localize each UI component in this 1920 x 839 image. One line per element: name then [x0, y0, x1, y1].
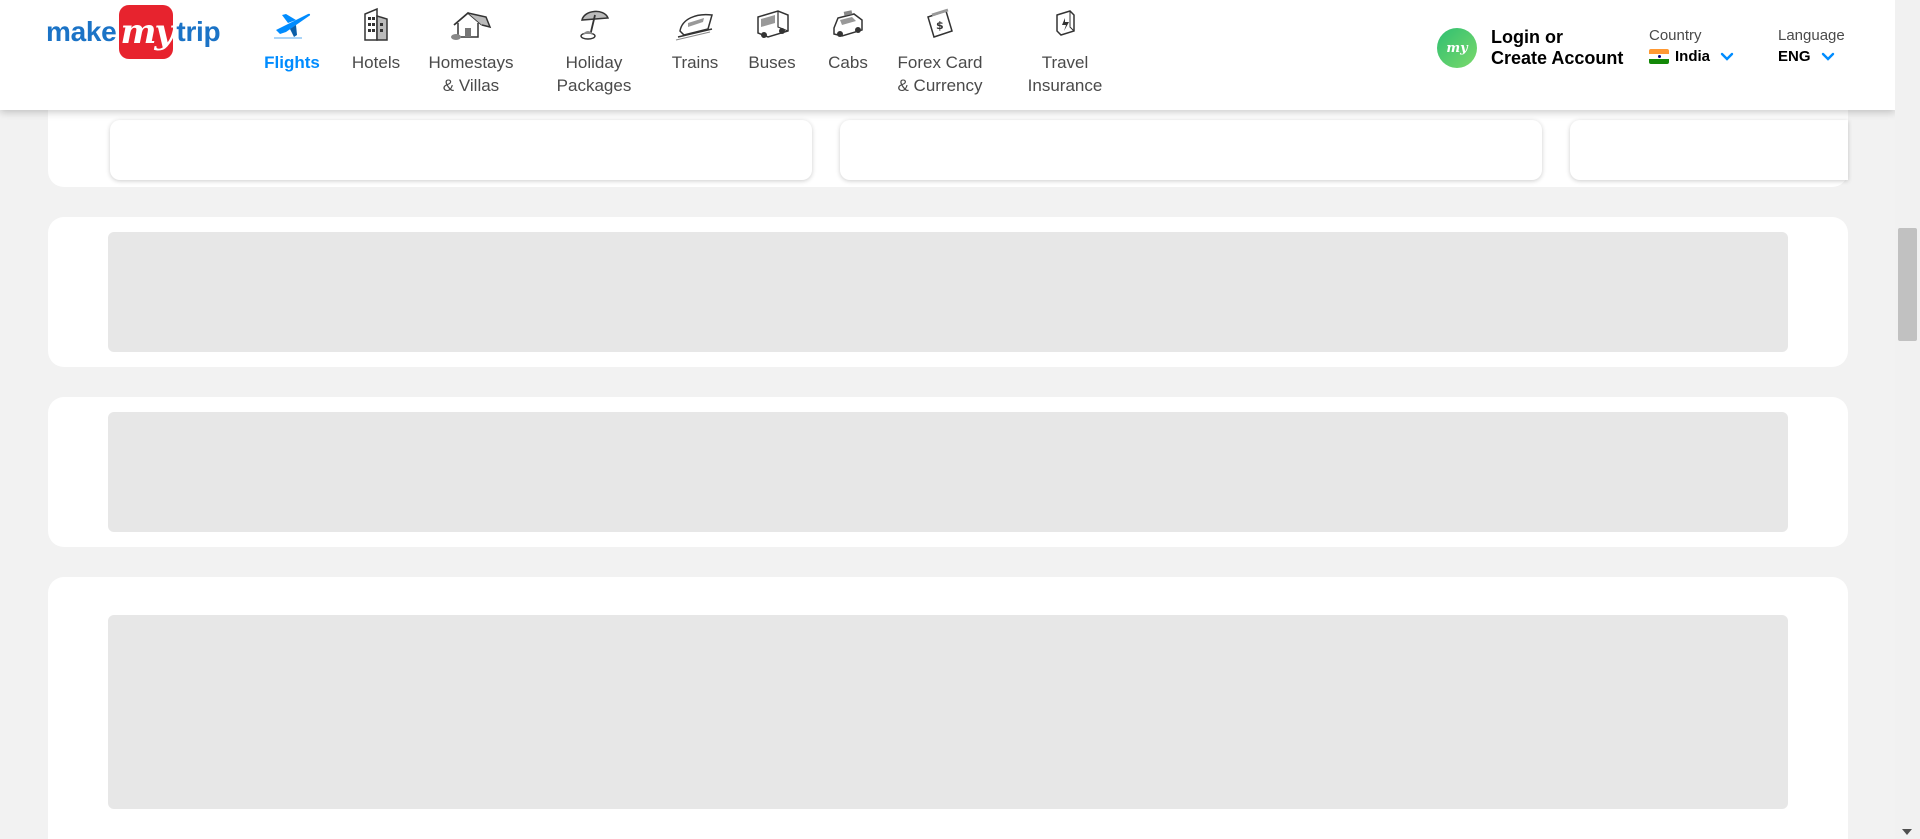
forex-icon: $ [917, 4, 963, 44]
makemytrip-logo[interactable]: make my trip [46, 5, 221, 59]
offer-tile[interactable] [1570, 120, 1848, 180]
train-icon [672, 4, 718, 44]
language-picker[interactable]: Language ENG [1778, 27, 1845, 65]
country-label: Country [1649, 27, 1702, 44]
nav-item-cabs[interactable]: Cabs [818, 0, 878, 74]
top-header: make my trip Flights Hotels Homestays & … [0, 0, 1895, 110]
language-label: Language [1778, 27, 1845, 44]
skeleton-placeholder [108, 232, 1788, 352]
scrollbar-thumb[interactable] [1898, 228, 1917, 341]
flight-icon [269, 4, 315, 44]
nav-item-forex[interactable]: $ Forex Card & Currency [878, 0, 1002, 97]
bus-icon [749, 4, 795, 44]
nav-label-hotels: Hotels [351, 53, 401, 72]
country-value-row: India [1649, 48, 1734, 65]
nav-item-homestays[interactable]: Homestays & Villas [418, 0, 524, 97]
country-value: India [1675, 48, 1711, 65]
skeleton-placeholder [108, 615, 1788, 809]
skeleton-placeholder [108, 412, 1788, 532]
holiday-package-icon [571, 4, 617, 44]
loading-card [48, 397, 1848, 547]
offer-tile[interactable] [110, 120, 812, 180]
insurance-icon [1042, 4, 1088, 44]
nav-label-trains: Trains [671, 53, 719, 72]
nav-item-flights[interactable]: Flights [250, 0, 334, 74]
nav-label-homestays: Homestays & Villas [428, 53, 514, 95]
nav-label-buses: Buses [748, 53, 796, 72]
nav-item-holiday-packages[interactable]: Holiday Packages [524, 0, 664, 97]
chevron-down-icon [1821, 52, 1835, 61]
chevron-down-icon [1720, 52, 1734, 61]
loading-card [48, 217, 1848, 367]
nav-label-cabs: Cabs [828, 53, 868, 72]
primary-nav: Flights Hotels Homestays & Villas Holida… [250, 0, 1128, 97]
nav-item-trains[interactable]: Trains [664, 0, 726, 74]
nav-item-hotels[interactable]: Hotels [334, 0, 418, 74]
language-value-row: ENG [1778, 48, 1845, 65]
country-picker[interactable]: Country India [1649, 27, 1734, 65]
logo-text-make: make [46, 16, 117, 47]
page-scrollbar[interactable] [1895, 0, 1920, 839]
cab-icon [825, 4, 871, 44]
nav-item-buses[interactable]: Buses [726, 0, 818, 74]
logo-text-trip: trip [176, 16, 221, 47]
nav-label-flights: Flights [264, 53, 320, 72]
logo-badge-my: my [119, 5, 174, 59]
login-button[interactable]: my Login or Create Account [1437, 27, 1631, 69]
scroll-down-arrow-icon[interactable] [1902, 829, 1912, 835]
hotel-icon [353, 4, 399, 44]
nav-label-travel-insurance: Travel Insurance [1027, 53, 1103, 95]
nav-item-travel-insurance[interactable]: Travel Insurance [1002, 0, 1128, 97]
homestay-icon [448, 4, 494, 44]
login-label: Login or Create Account [1491, 27, 1624, 68]
nav-label-holiday-packages: Holiday Packages [556, 53, 632, 95]
svg-text:$: $ [936, 19, 944, 32]
offer-tile[interactable] [840, 120, 1542, 180]
nav-label-forex: Forex Card & Currency [897, 53, 983, 95]
india-flag-icon [1649, 49, 1669, 64]
mmt-avatar-icon: my [1437, 28, 1477, 68]
language-value: ENG [1778, 48, 1811, 65]
loading-card [48, 577, 1848, 839]
